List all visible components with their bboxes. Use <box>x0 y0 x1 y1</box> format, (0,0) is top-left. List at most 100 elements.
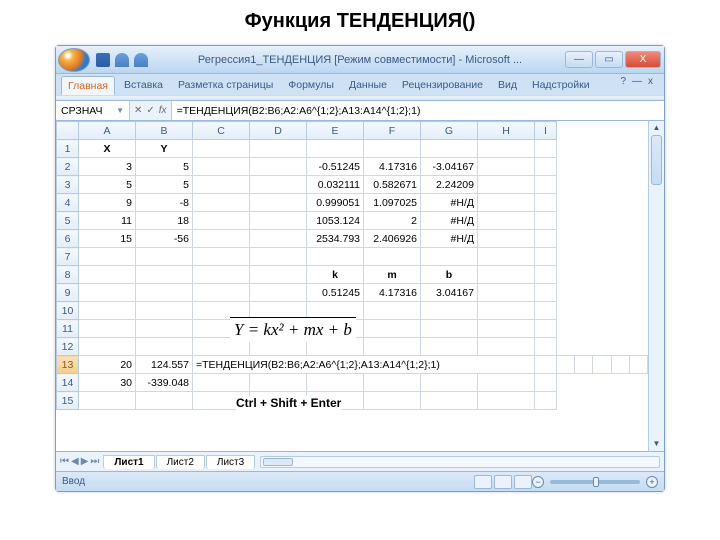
row-header-10[interactable]: 10 <box>57 302 79 320</box>
cell-B4[interactable]: -8 <box>136 194 193 212</box>
cell-D2[interactable] <box>250 158 307 176</box>
col-header-G[interactable]: G <box>421 122 478 140</box>
cell-A12[interactable] <box>79 338 136 356</box>
sheet-tab-2[interactable]: Лист2 <box>156 455 205 469</box>
cell-F10[interactable] <box>364 302 421 320</box>
cell-H12[interactable] <box>478 338 535 356</box>
cell-D4[interactable] <box>250 194 307 212</box>
cell-H5[interactable] <box>478 212 535 230</box>
chevron-down-icon[interactable]: ▼ <box>116 106 124 115</box>
cell-C1[interactable] <box>193 140 250 158</box>
cell-A9[interactable] <box>79 284 136 302</box>
zoom-knob[interactable] <box>593 477 599 487</box>
row-header-5[interactable]: 5 <box>57 212 79 230</box>
row-header-11[interactable]: 11 <box>57 320 79 338</box>
row-header-3[interactable]: 3 <box>57 176 79 194</box>
hscroll-thumb[interactable] <box>263 458 293 466</box>
cell-C9[interactable] <box>193 284 250 302</box>
cell-I14[interactable] <box>535 374 557 392</box>
col-header-D[interactable]: D <box>250 122 307 140</box>
formula-input[interactable]: =ТЕНДЕНЦИЯ(B2:B6;A2:A6^{1;2};A13:A14^{1;… <box>172 101 664 120</box>
cell-A8[interactable] <box>79 266 136 284</box>
scroll-up-icon[interactable]: ▲ <box>649 121 664 135</box>
cell-E5[interactable]: 1053.124 <box>307 212 364 230</box>
cell-E13[interactable] <box>557 356 575 374</box>
cell-B11[interactable] <box>136 320 193 338</box>
cell-E7[interactable] <box>307 248 364 266</box>
tab-next-icon[interactable]: ▶ <box>81 456 89 467</box>
col-header-C[interactable]: C <box>193 122 250 140</box>
cell-C13[interactable]: =ТЕНДЕНЦИЯ(B2:B6;A2:A6^{1;2};A13:A14^{1;… <box>193 356 535 374</box>
row-header-2[interactable]: 2 <box>57 158 79 176</box>
cell-G15[interactable] <box>421 392 478 410</box>
cell-I6[interactable] <box>535 230 557 248</box>
cell-E3[interactable]: 0.032111 <box>307 176 364 194</box>
cell-G13[interactable] <box>593 356 611 374</box>
cell-G11[interactable] <box>421 320 478 338</box>
cell-I8[interactable] <box>535 266 557 284</box>
cell-D1[interactable] <box>250 140 307 158</box>
undo-icon[interactable] <box>115 53 129 67</box>
col-header-E[interactable]: E <box>307 122 364 140</box>
cell-F6[interactable]: 2.406926 <box>364 230 421 248</box>
row-header-12[interactable]: 12 <box>57 338 79 356</box>
scroll-thumb[interactable] <box>651 135 662 185</box>
row-header-8[interactable]: 8 <box>57 266 79 284</box>
cell-H1[interactable] <box>478 140 535 158</box>
cell-D9[interactable] <box>250 284 307 302</box>
name-box[interactable]: СРЗНАЧ ▼ <box>56 101 130 120</box>
cell-E9[interactable]: 0.51245 <box>307 284 364 302</box>
cell-F1[interactable] <box>364 140 421 158</box>
cell-B14[interactable]: -339.048 <box>136 374 193 392</box>
cell-D14[interactable] <box>250 374 307 392</box>
cell-E6[interactable]: 2534.793 <box>307 230 364 248</box>
row-header-7[interactable]: 7 <box>57 248 79 266</box>
cell-C3[interactable] <box>193 176 250 194</box>
cell-H6[interactable] <box>478 230 535 248</box>
cell-I13[interactable] <box>629 356 647 374</box>
cell-I2[interactable] <box>535 158 557 176</box>
row-header-13[interactable]: 13 <box>57 356 79 374</box>
cell-D8[interactable] <box>250 266 307 284</box>
cell-B12[interactable] <box>136 338 193 356</box>
cell-G10[interactable] <box>421 302 478 320</box>
zoom-out-button[interactable]: − <box>532 476 544 488</box>
cell-C14[interactable] <box>193 374 250 392</box>
cell-D5[interactable] <box>250 212 307 230</box>
tab-review[interactable]: Рецензирование <box>396 76 489 95</box>
minimize-button[interactable]: — <box>565 51 593 68</box>
cell-I4[interactable] <box>535 194 557 212</box>
sheet-tab-1[interactable]: Лист1 <box>103 455 154 469</box>
cell-F4[interactable]: 1.097025 <box>364 194 421 212</box>
cell-C6[interactable] <box>193 230 250 248</box>
cell-I15[interactable] <box>535 392 557 410</box>
row-header-4[interactable]: 4 <box>57 194 79 212</box>
select-all-corner[interactable] <box>57 122 79 140</box>
cell-H2[interactable] <box>478 158 535 176</box>
cell-A3[interactable]: 5 <box>79 176 136 194</box>
row-header-14[interactable]: 14 <box>57 374 79 392</box>
cell-H9[interactable] <box>478 284 535 302</box>
cell-A2[interactable]: 3 <box>79 158 136 176</box>
cell-F3[interactable]: 0.582671 <box>364 176 421 194</box>
cell-B10[interactable] <box>136 302 193 320</box>
cell-B7[interactable] <box>136 248 193 266</box>
redo-icon[interactable] <box>134 53 148 67</box>
cancel-icon[interactable]: ✕ <box>134 105 142 116</box>
cell-E1[interactable] <box>307 140 364 158</box>
cell-G3[interactable]: 2.24209 <box>421 176 478 194</box>
cell-G2[interactable]: -3.04167 <box>421 158 478 176</box>
tab-home[interactable]: Главная <box>61 76 115 95</box>
cell-D6[interactable] <box>250 230 307 248</box>
cell-D7[interactable] <box>250 248 307 266</box>
cell-F13[interactable] <box>575 356 593 374</box>
cell-B1[interactable]: Y <box>136 140 193 158</box>
cell-H14[interactable] <box>478 374 535 392</box>
cell-E14[interactable] <box>307 374 364 392</box>
spreadsheet-table[interactable]: ABCDEFGHI1XY235-0.512454.17316-3.0416735… <box>56 121 648 410</box>
cell-H11[interactable] <box>478 320 535 338</box>
view-page-layout-icon[interactable] <box>494 475 512 489</box>
sheet-tab-3[interactable]: Лист3 <box>206 455 255 469</box>
cell-A13[interactable]: 20 <box>79 356 136 374</box>
cell-I12[interactable] <box>535 338 557 356</box>
